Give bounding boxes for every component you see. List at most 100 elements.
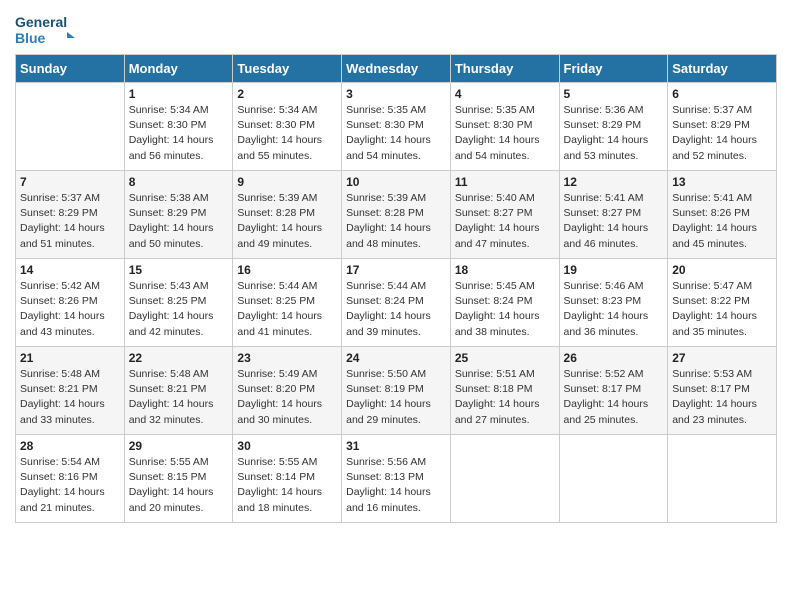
- cell-info: Sunrise: 5:39 AM Sunset: 8:28 PM Dayligh…: [237, 191, 337, 252]
- calendar-cell: 4 Sunrise: 5:35 AM Sunset: 8:30 PM Daylig…: [450, 83, 559, 171]
- calendar-cell: 5Sunrise: 5:36 AM Sunset: 8:29 PM Daylig…: [559, 83, 668, 171]
- day-number: 18: [455, 263, 555, 277]
- day-number: 16: [237, 263, 337, 277]
- day-number: 22: [129, 351, 229, 365]
- svg-text:General: General: [15, 14, 67, 30]
- cell-info: Sunrise: 5:34 AM Sunset: 8:30 PM Dayligh…: [237, 103, 337, 164]
- day-number: 9: [237, 175, 337, 189]
- calendar-cell: 15Sunrise: 5:43 AM Sunset: 8:25 PM Dayli…: [124, 259, 233, 347]
- header-wednesday: Wednesday: [342, 55, 451, 83]
- calendar-cell: 21Sunrise: 5:48 AM Sunset: 8:21 PM Dayli…: [16, 347, 125, 435]
- calendar-cell: 6 Sunrise: 5:37 AM Sunset: 8:29 PM Daylig…: [668, 83, 777, 171]
- cell-info: Sunrise: 5:41 AM Sunset: 8:27 PM Dayligh…: [564, 191, 664, 252]
- cell-info: Sunrise: 5:38 AM Sunset: 8:29 PM Dayligh…: [129, 191, 229, 252]
- logo-icon: GeneralBlue: [15, 10, 85, 50]
- calendar-cell: 14Sunrise: 5:42 AM Sunset: 8:26 PM Dayli…: [16, 259, 125, 347]
- day-number: 4: [455, 87, 555, 101]
- cell-info: Sunrise: 5:53 AM Sunset: 8:17 PM Dayligh…: [672, 367, 772, 428]
- calendar-cell: 23 Sunrise: 5:49 AM Sunset: 8:20 PM Dayli…: [233, 347, 342, 435]
- day-number: 7: [20, 175, 120, 189]
- calendar-cell: 29Sunrise: 5:55 AM Sunset: 8:15 PM Dayli…: [124, 435, 233, 523]
- day-number: 10: [346, 175, 446, 189]
- day-number: 20: [672, 263, 772, 277]
- calendar-cell: 26 Sunrise: 5:52 AM Sunset: 8:17 PM Dayli…: [559, 347, 668, 435]
- day-number: 12: [564, 175, 664, 189]
- calendar-week-row: 14Sunrise: 5:42 AM Sunset: 8:26 PM Dayli…: [16, 259, 777, 347]
- cell-info: Sunrise: 5:47 AM Sunset: 8:22 PM Dayligh…: [672, 279, 772, 340]
- cell-info: Sunrise: 5:45 AM Sunset: 8:24 PM Dayligh…: [455, 279, 555, 340]
- day-number: 30: [237, 439, 337, 453]
- day-number: 14: [20, 263, 120, 277]
- calendar-cell: 9 Sunrise: 5:39 AM Sunset: 8:28 PM Daylig…: [233, 171, 342, 259]
- cell-info: Sunrise: 5:55 AM Sunset: 8:14 PM Dayligh…: [237, 455, 337, 516]
- header-monday: Monday: [124, 55, 233, 83]
- header-friday: Friday: [559, 55, 668, 83]
- day-number: 26: [564, 351, 664, 365]
- cell-info: Sunrise: 5:52 AM Sunset: 8:17 PM Dayligh…: [564, 367, 664, 428]
- calendar-cell: 11 Sunrise: 5:40 AM Sunset: 8:27 PM Dayli…: [450, 171, 559, 259]
- cell-info: Sunrise: 5:37 AM Sunset: 8:29 PM Dayligh…: [672, 103, 772, 164]
- calendar-cell: 20 Sunrise: 5:47 AM Sunset: 8:22 PM Dayli…: [668, 259, 777, 347]
- cell-info: Sunrise: 5:35 AM Sunset: 8:30 PM Dayligh…: [455, 103, 555, 164]
- calendar-cell: 31 Sunrise: 5:56 AM Sunset: 8:13 PM Dayli…: [342, 435, 451, 523]
- day-number: 1: [129, 87, 229, 101]
- cell-info: Sunrise: 5:44 AM Sunset: 8:25 PM Dayligh…: [237, 279, 337, 340]
- calendar-week-row: 7 Sunrise: 5:37 AM Sunset: 8:29 PM Daylig…: [16, 171, 777, 259]
- calendar-cell: 7 Sunrise: 5:37 AM Sunset: 8:29 PM Daylig…: [16, 171, 125, 259]
- header-thursday: Thursday: [450, 55, 559, 83]
- calendar-cell: [16, 83, 125, 171]
- day-number: 23: [237, 351, 337, 365]
- day-number: 8: [129, 175, 229, 189]
- calendar-week-row: 28 Sunrise: 5:54 AM Sunset: 8:16 PM Dayli…: [16, 435, 777, 523]
- day-number: 6: [672, 87, 772, 101]
- cell-info: Sunrise: 5:35 AM Sunset: 8:30 PM Dayligh…: [346, 103, 446, 164]
- day-number: 11: [455, 175, 555, 189]
- calendar-cell: 2 Sunrise: 5:34 AM Sunset: 8:30 PM Daylig…: [233, 83, 342, 171]
- calendar-cell: [450, 435, 559, 523]
- cell-info: Sunrise: 5:54 AM Sunset: 8:16 PM Dayligh…: [20, 455, 120, 516]
- calendar-cell: [559, 435, 668, 523]
- day-number: 28: [20, 439, 120, 453]
- logo: GeneralBlue: [15, 10, 85, 50]
- calendar-cell: 28 Sunrise: 5:54 AM Sunset: 8:16 PM Dayli…: [16, 435, 125, 523]
- day-number: 31: [346, 439, 446, 453]
- cell-info: Sunrise: 5:56 AM Sunset: 8:13 PM Dayligh…: [346, 455, 446, 516]
- calendar-cell: 8 Sunrise: 5:38 AM Sunset: 8:29 PM Daylig…: [124, 171, 233, 259]
- cell-info: Sunrise: 5:49 AM Sunset: 8:20 PM Dayligh…: [237, 367, 337, 428]
- calendar-cell: 17 Sunrise: 5:44 AM Sunset: 8:24 PM Dayli…: [342, 259, 451, 347]
- calendar-week-row: 1 Sunrise: 5:34 AM Sunset: 8:30 PM Daylig…: [16, 83, 777, 171]
- calendar-cell: 19Sunrise: 5:46 AM Sunset: 8:23 PM Dayli…: [559, 259, 668, 347]
- svg-text:Blue: Blue: [15, 30, 46, 46]
- day-number: 19: [564, 263, 664, 277]
- cell-info: Sunrise: 5:37 AM Sunset: 8:29 PM Dayligh…: [20, 191, 120, 252]
- day-number: 3: [346, 87, 446, 101]
- day-number: 5: [564, 87, 664, 101]
- day-number: 21: [20, 351, 120, 365]
- calendar-cell: 16 Sunrise: 5:44 AM Sunset: 8:25 PM Dayli…: [233, 259, 342, 347]
- cell-info: Sunrise: 5:39 AM Sunset: 8:28 PM Dayligh…: [346, 191, 446, 252]
- cell-info: Sunrise: 5:44 AM Sunset: 8:24 PM Dayligh…: [346, 279, 446, 340]
- cell-info: Sunrise: 5:40 AM Sunset: 8:27 PM Dayligh…: [455, 191, 555, 252]
- calendar-cell: [668, 435, 777, 523]
- header-saturday: Saturday: [668, 55, 777, 83]
- calendar-cell: 18 Sunrise: 5:45 AM Sunset: 8:24 PM Dayli…: [450, 259, 559, 347]
- cell-info: Sunrise: 5:43 AM Sunset: 8:25 PM Dayligh…: [129, 279, 229, 340]
- cell-info: Sunrise: 5:50 AM Sunset: 8:19 PM Dayligh…: [346, 367, 446, 428]
- calendar-cell: 27Sunrise: 5:53 AM Sunset: 8:17 PM Dayli…: [668, 347, 777, 435]
- calendar-cell: 13 Sunrise: 5:41 AM Sunset: 8:26 PM Dayli…: [668, 171, 777, 259]
- cell-info: Sunrise: 5:51 AM Sunset: 8:18 PM Dayligh…: [455, 367, 555, 428]
- day-number: 13: [672, 175, 772, 189]
- header-sunday: Sunday: [16, 55, 125, 83]
- calendar-cell: 10 Sunrise: 5:39 AM Sunset: 8:28 PM Dayli…: [342, 171, 451, 259]
- day-number: 25: [455, 351, 555, 365]
- cell-info: Sunrise: 5:41 AM Sunset: 8:26 PM Dayligh…: [672, 191, 772, 252]
- cell-info: Sunrise: 5:55 AM Sunset: 8:15 PM Dayligh…: [129, 455, 229, 516]
- calendar-cell: 25 Sunrise: 5:51 AM Sunset: 8:18 PM Dayli…: [450, 347, 559, 435]
- day-number: 17: [346, 263, 446, 277]
- calendar-week-row: 21Sunrise: 5:48 AM Sunset: 8:21 PM Dayli…: [16, 347, 777, 435]
- day-number: 24: [346, 351, 446, 365]
- calendar-table: SundayMondayTuesdayWednesdayThursdayFrid…: [15, 54, 777, 523]
- calendar-cell: 12 Sunrise: 5:41 AM Sunset: 8:27 PM Dayli…: [559, 171, 668, 259]
- day-number: 2: [237, 87, 337, 101]
- cell-info: Sunrise: 5:34 AM Sunset: 8:30 PM Dayligh…: [129, 103, 229, 164]
